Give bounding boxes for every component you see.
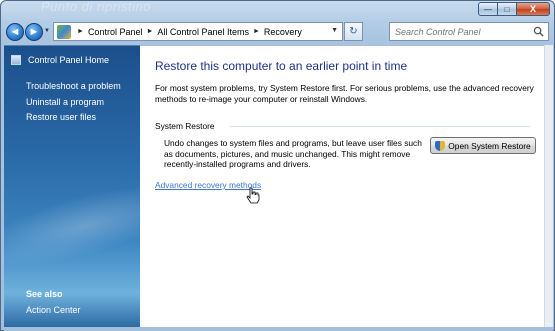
search-icon[interactable] <box>533 26 544 37</box>
refresh-button[interactable]: ↻ <box>344 22 363 41</box>
breadcrumb-control-panel[interactable]: Control Panel <box>88 27 143 37</box>
sidebar-item-action-center[interactable]: Action Center <box>26 305 81 315</box>
chevron-right-icon[interactable]: ► <box>77 28 84 35</box>
sidebar-item-troubleshoot[interactable]: Troubleshoot a problem <box>26 79 121 95</box>
hand-cursor-icon <box>246 187 260 204</box>
navigation-bar: ◄ ► ▼ ► Control Panel ► All Control Pane… <box>4 20 552 44</box>
see-also-heading: See also <box>26 289 63 299</box>
scrollbar[interactable] <box>544 45 553 327</box>
window-title-faded: Punto di ripristino <box>41 0 151 14</box>
search-input[interactable] <box>395 26 535 37</box>
address-dropdown-icon[interactable]: ▼ <box>331 27 338 34</box>
back-button[interactable]: ◄ <box>6 23 24 41</box>
sidebar-decoration <box>4 168 140 284</box>
intro-text: For most system problems, try System Res… <box>155 83 534 104</box>
sidebar-home-label: Control Panel Home <box>28 55 110 65</box>
section-heading: System Restore <box>155 121 215 131</box>
main-content: Restore this computer to an earlier poin… <box>140 45 544 327</box>
control-panel-home-icon <box>11 55 21 65</box>
minimize-button[interactable]: — <box>478 2 498 16</box>
chevron-right-icon[interactable]: ► <box>253 28 260 35</box>
address-bar[interactable]: ► Control Panel ► All Control Panel Item… <box>53 22 343 41</box>
maximize-button[interactable]: □ <box>497 2 517 16</box>
open-system-restore-button[interactable]: Open System Restore <box>430 137 536 154</box>
sidebar-home-link[interactable]: Control Panel Home <box>11 55 109 65</box>
close-button[interactable]: X <box>516 2 550 16</box>
sidebar: Control Panel Home Troubleshoot a proble… <box>4 45 140 327</box>
section-divider <box>230 126 530 127</box>
breadcrumb-recovery[interactable]: Recovery <box>264 27 302 37</box>
open-system-restore-label: Open System Restore <box>448 140 531 151</box>
chevron-right-icon[interactable]: ► <box>146 28 153 35</box>
shield-icon <box>435 140 446 151</box>
sidebar-item-uninstall[interactable]: Uninstall a program <box>26 95 121 111</box>
caption-buttons: — □ X <box>478 2 550 16</box>
recent-pages-dropdown-icon[interactable]: ▼ <box>44 28 51 36</box>
window-bottom-edge <box>4 327 553 331</box>
page-title: Restore this computer to an earlier poin… <box>155 59 408 73</box>
title-bar[interactable]: Punto di ripristino — □ X <box>1 0 554 17</box>
forward-button[interactable]: ► <box>25 23 43 41</box>
breadcrumb-all-items[interactable]: All Control Panel Items <box>157 27 249 37</box>
window-frame: Punto di ripristino — □ X ◄ ► ▼ ► Contro… <box>0 0 555 331</box>
system-restore-description: Undo changes to system files and program… <box>164 138 422 169</box>
search-box <box>389 22 549 41</box>
sidebar-links: Troubleshoot a problem Uninstall a progr… <box>26 79 121 126</box>
sidebar-item-restore-files[interactable]: Restore user files <box>26 110 121 126</box>
control-panel-icon <box>57 24 71 39</box>
